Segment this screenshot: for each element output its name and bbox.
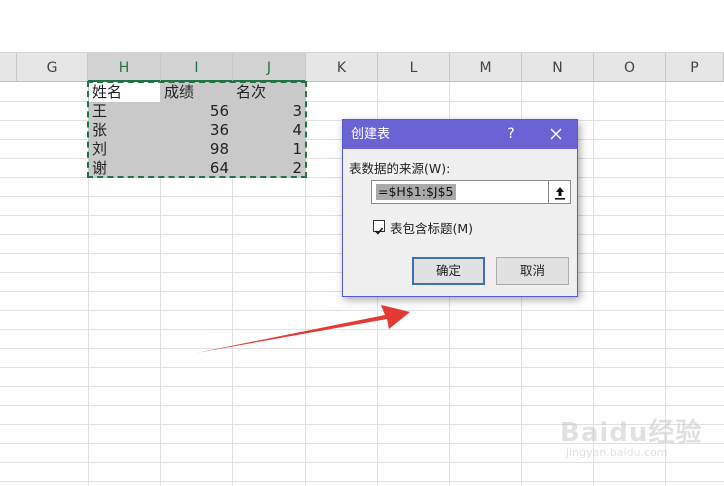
range-value: =$H$1:$J$5 <box>376 184 456 200</box>
close-icon <box>550 128 562 140</box>
dialog-titlebar[interactable]: 创建表 ? <box>343 120 577 149</box>
watermark: Baidu经验 jingyan.baidu.com <box>560 412 710 472</box>
range-input[interactable]: =$H$1:$J$5 <box>371 180 549 204</box>
watermark-url: jingyan.baidu.com <box>566 446 668 459</box>
cancel-button[interactable]: 取消 <box>496 257 569 285</box>
collapse-dialog-button[interactable] <box>549 180 571 204</box>
ok-button[interactable]: 确定 <box>412 257 485 285</box>
has-headers-label[interactable]: 表包含标题(M) <box>390 218 473 237</box>
dialog-title: 创建表 <box>351 127 391 142</box>
has-headers-checkbox[interactable] <box>373 220 385 235</box>
help-button[interactable]: ? <box>499 120 523 149</box>
create-table-dialog: 创建表 ? 表数据的来源(W): =$H$1:$J$5 表包含标题(M) 确定 … <box>342 119 578 297</box>
collapse-arrow-icon <box>555 187 565 200</box>
watermark-brand: Baidu经验 <box>560 418 703 448</box>
close-button[interactable] <box>541 120 571 149</box>
source-label: 表数据的来源(W): <box>349 161 451 176</box>
checkmark-icon <box>374 227 384 235</box>
